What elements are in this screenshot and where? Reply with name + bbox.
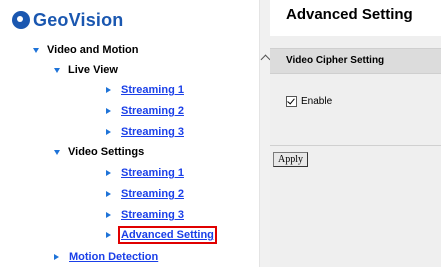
tree-item-live-view[interactable]: Live View [54,64,118,76]
tree-item-live-streaming-1[interactable]: Streaming 1 [106,84,184,96]
collapsed-arrow-icon [54,254,59,260]
enable-checkbox[interactable] [286,96,297,107]
expand-arrow-icon [33,47,39,53]
geovision-logo: GeoVision [12,6,124,34]
tree-item-live-streaming-3[interactable]: Streaming 3 [106,126,184,138]
expand-arrow-icon [54,149,60,155]
collapsed-arrow-icon [106,191,111,197]
collapsed-arrow-icon [106,170,111,176]
enable-option[interactable]: Enable [286,96,332,107]
scroll-up-icon[interactable] [260,54,271,65]
apply-button[interactable]: Apply [273,152,308,167]
tree-item-advanced-setting[interactable]: Advanced Setting [106,226,217,244]
settings-content-panel: Advanced Setting Video Cipher Setting En… [270,0,441,267]
collapsed-arrow-icon [106,212,111,218]
collapsed-arrow-icon [106,232,111,238]
section-header: Video Cipher Setting [270,48,441,74]
apply-area: Apply [270,145,441,268]
enable-label: Enable [301,96,333,107]
tree-item-vs-streaming-2[interactable]: Streaming 2 [106,188,184,200]
navigation-tree-panel: GeoVision Video and Motion Live View Str… [0,0,259,267]
tree-item-vs-streaming-1[interactable]: Streaming 1 [106,167,184,179]
settings-panel: Video Cipher Setting Enable Apply [270,36,441,267]
advanced-setting-link[interactable]: Advanced Setting [118,226,217,244]
tree-item-video-and-motion[interactable]: Video and Motion [33,44,138,56]
section-title: Video Cipher Setting [286,55,385,66]
collapsed-arrow-icon [106,87,111,93]
expand-arrow-icon [54,67,60,73]
logo-text: GeoVision [33,9,124,30]
tree-item-video-settings[interactable]: Video Settings [54,146,144,158]
tree-item-motion-detection[interactable]: Motion Detection [54,251,158,263]
collapsed-arrow-icon [106,108,111,114]
collapsed-arrow-icon [106,129,111,135]
logo-mark-icon [12,11,30,29]
tree-item-vs-streaming-3[interactable]: Streaming 3 [106,209,184,221]
tree-item-live-streaming-2[interactable]: Streaming 2 [106,105,184,117]
page-title: Advanced Setting [286,6,413,23]
